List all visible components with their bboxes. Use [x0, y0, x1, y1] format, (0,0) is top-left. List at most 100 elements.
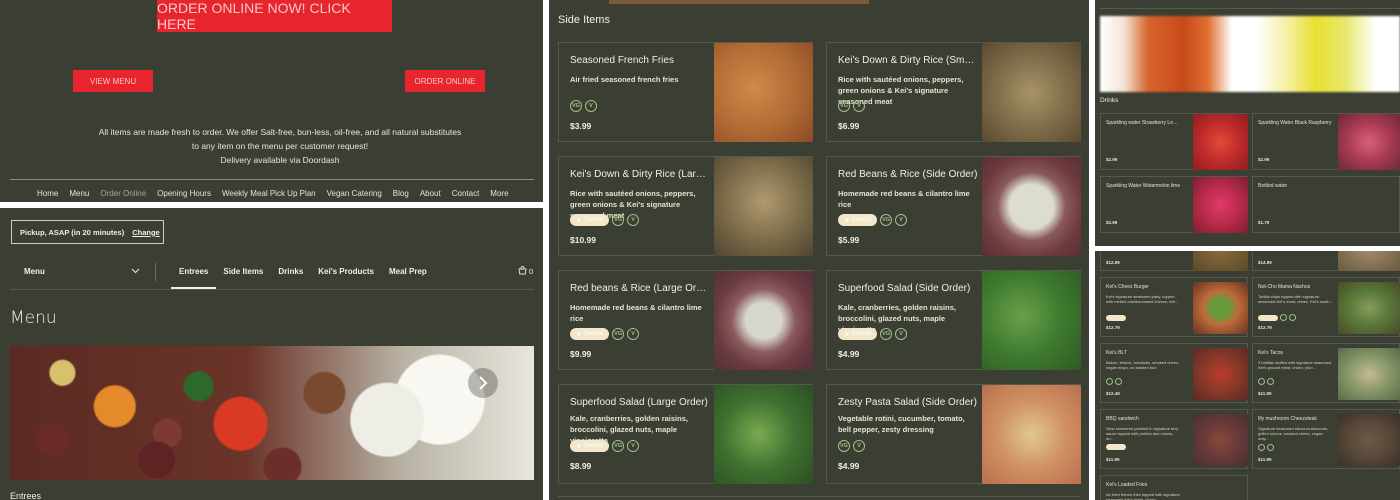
- tab-drinks[interactable]: Drinks: [278, 267, 303, 276]
- item-description: Homemade red beans & cilantro lime rice: [570, 303, 702, 323]
- vegan-gluten-free-icon: VG: [612, 440, 625, 452]
- item-name: Red Beans & Rice (Side Order): [838, 169, 978, 180]
- nav-opening-hours[interactable]: Opening Hours: [157, 189, 211, 198]
- item-price: $4.99: [838, 461, 860, 471]
- menu-item-card[interactable]: Kei's Down & Dirty Rice (Large ... Rice …: [558, 156, 813, 256]
- item-name: Zesty Pasta Salad (Side Order): [838, 397, 977, 408]
- vegan-icon: V: [853, 440, 865, 452]
- item-image: [982, 271, 1081, 370]
- item-name: Red beans & Rice (Large Order): [570, 283, 710, 294]
- main-nav: Home Menu Order Online Opening Hours Wee…: [37, 189, 509, 198]
- chevron-right-icon[interactable]: [468, 368, 498, 398]
- star-icon: ★: [576, 331, 582, 338]
- star-icon: ★: [576, 443, 582, 450]
- item-name: Not-Cho Mama Nachos: [1258, 284, 1311, 290]
- item-name: Sparkling water Strawberry Lem...: [1106, 120, 1181, 126]
- hero-panel: ORDER ONLINE NOW! CLICK HERE VIEW MENU O…: [0, 0, 543, 202]
- order-online-banner[interactable]: ORDER ONLINE NOW! CLICK HERE: [157, 0, 392, 32]
- item-price: $2.99: [1258, 157, 1270, 162]
- nav-order-online[interactable]: Order Online: [100, 189, 146, 198]
- item-image: [714, 271, 813, 370]
- menu-item-card[interactable]: BBQ sandwich Slow simmered jackfruit in …: [1100, 409, 1248, 469]
- menu-item-card[interactable]: $12.99: [1100, 251, 1248, 271]
- entrees-hero-image: [10, 346, 534, 480]
- menu-item-card[interactable]: Kei's BLT Bakon, lettuce, tomatoes, smok…: [1100, 343, 1248, 403]
- cart-button[interactable]: 0: [518, 266, 533, 277]
- special-badge: [1106, 444, 1126, 450]
- nav-weekly-meal[interactable]: Weekly Meal Pick Up Plan: [222, 189, 316, 198]
- menu-heading: Menu: [10, 308, 57, 328]
- nav-menu[interactable]: Menu: [69, 189, 89, 198]
- star-icon: ★: [844, 217, 850, 224]
- nav-blog[interactable]: Blog: [393, 189, 409, 198]
- pickup-text: Pickup, ASAP (in 20 minutes): [20, 227, 125, 237]
- menu-item-card[interactable]: Kei's Tacos 3 tortillas stuffed with sig…: [1252, 343, 1400, 403]
- chevron-down-icon: [131, 267, 140, 276]
- drink-card[interactable]: Bottled water $1.79: [1252, 176, 1400, 233]
- item-image: [1193, 177, 1248, 233]
- menu-item-card[interactable]: Zesty Pasta Salad (Side Order) Vegetable…: [826, 384, 1081, 484]
- menu-item-card[interactable]: Kei's Down & Dirty Rice (Small ... Rice …: [826, 42, 1081, 142]
- item-image: [1338, 348, 1400, 400]
- tab-keis-products[interactable]: Kei's Products: [318, 267, 374, 276]
- vegan-icon: [1289, 314, 1296, 321]
- menu-item-card[interactable]: Not-Cho Mama Nachos Tortilla chips toppe…: [1252, 277, 1400, 337]
- item-price: $1.79: [1258, 220, 1270, 225]
- tab-entrees[interactable]: Entrees: [179, 267, 208, 276]
- pickup-box[interactable]: Pickup, ASAP (in 20 minutes) Change: [11, 220, 164, 244]
- menu-item-card[interactable]: Kei's Cheez Burger Kei's signature seaso…: [1100, 277, 1248, 337]
- special-badge: [1106, 315, 1126, 321]
- vegan-icon: V: [627, 214, 640, 226]
- item-price: $14.99: [1258, 260, 1272, 265]
- drink-card[interactable]: Sparkling Water Black Raspberry $2.99: [1252, 113, 1400, 170]
- item-price: $2.99: [1106, 220, 1118, 225]
- panel-separator: [0, 202, 543, 208]
- special-label: Special: [583, 443, 604, 449]
- vegan-icon: V: [627, 440, 640, 452]
- special-badge: ★ Special: [838, 328, 878, 340]
- item-description: Vegetable rotini, cucumber, tomato, bell…: [838, 414, 965, 434]
- item-description: Air fried french fries topped with signa…: [1106, 492, 1180, 500]
- tab-side-items[interactable]: Side Items: [223, 267, 263, 276]
- vegan-gluten-free-icon: VG: [838, 440, 850, 452]
- drinks-heading: Drinks: [1100, 97, 1119, 104]
- menu-item-card[interactable]: Red Beans & Rice (Side Order) Homemade r…: [826, 156, 1081, 256]
- item-image: [1338, 414, 1400, 466]
- change-link[interactable]: Change: [132, 228, 160, 237]
- nav-more[interactable]: More: [490, 189, 508, 198]
- vegan-gluten-free-icon: VG: [612, 214, 625, 226]
- nav-contact[interactable]: Contact: [452, 189, 480, 198]
- item-description: Air fried seasoned french fries: [570, 75, 679, 84]
- item-image: [982, 157, 1081, 256]
- vegan-icon: [1115, 378, 1122, 385]
- side-items-panel: Side Items Seasoned French Fries Air fri…: [549, 0, 1089, 500]
- vegan-icon: V: [895, 214, 908, 226]
- drinks-panel: Drinks Sparkling water Strawberry Lem...…: [1095, 0, 1400, 246]
- item-name: Kei's Down & Dirty Rice (Small ...: [838, 55, 978, 66]
- nav-about[interactable]: About: [420, 189, 441, 198]
- drink-card[interactable]: Sparkling water Strawberry Lem... $2.99: [1100, 113, 1248, 170]
- view-menu-button[interactable]: VIEW MENU: [73, 70, 153, 92]
- tab-meal-prep[interactable]: Meal Prep: [389, 267, 427, 276]
- drink-card[interactable]: Sparkling Water Watermelon lime $2.99: [1100, 176, 1248, 233]
- menu-item-card[interactable]: Seasoned French Fries Air fried seasoned…: [558, 42, 813, 142]
- menu-item-card[interactable]: Kei's Loaded Fries Air fried french frie…: [1100, 475, 1248, 500]
- menu-dropdown[interactable]: Menu: [24, 267, 140, 276]
- cart-count: 0: [529, 267, 534, 276]
- item-image: [1193, 348, 1248, 400]
- vegan-gluten-free-icon: [1106, 378, 1113, 385]
- nav-divider: [10, 179, 534, 180]
- item-name: Sparkling Water Watermelon lime: [1106, 183, 1181, 189]
- menu-item-card[interactable]: Superfood Salad (Side Order) Kale, cranb…: [826, 270, 1081, 370]
- vegan-icon: V: [853, 100, 865, 112]
- nav-home[interactable]: Home: [37, 189, 58, 198]
- menu-item-card[interactable]: Illy mushroom Cheezsteak Signature seaso…: [1252, 409, 1400, 469]
- nav-vegan-catering[interactable]: Vegan Catering: [327, 189, 382, 198]
- item-price: $6.99: [838, 121, 860, 131]
- tabs-divider: [10, 289, 534, 290]
- menu-item-card[interactable]: $14.99: [1252, 251, 1400, 271]
- vegan-gluten-free-icon: VG: [570, 100, 582, 112]
- menu-item-card[interactable]: Superfood Salad (Large Order) Kale, cran…: [558, 384, 813, 484]
- menu-item-card[interactable]: Red beans & Rice (Large Order) Homemade …: [558, 270, 813, 370]
- order-online-button[interactable]: ORDER ONLINE: [405, 70, 485, 92]
